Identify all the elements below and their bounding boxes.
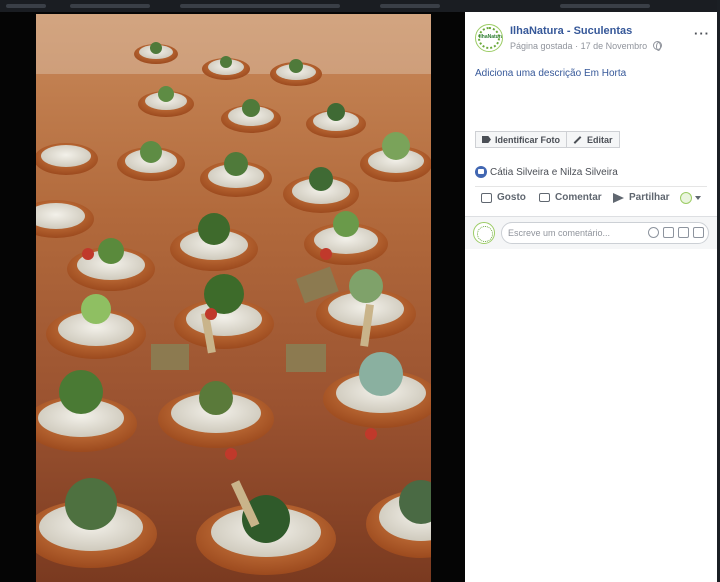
edit-label: Editar: [587, 134, 613, 145]
thumbs-up-icon: [481, 192, 492, 203]
description-row: Adiciona uma descrição Em Horta: [475, 68, 626, 79]
tag-photo-label: Identificar Foto: [495, 134, 560, 145]
comment-input[interactable]: Escreve um comentário...: [501, 222, 709, 244]
composer-icons: [644, 227, 704, 238]
post-date[interactable]: 17 de Novembro: [581, 41, 648, 51]
post-actions: Gosto Comentar Partilhar: [479, 192, 707, 212]
reactions-summary[interactable]: Cátia Silveira e Nilza Silveira: [475, 166, 618, 178]
commenter-avatar: [473, 222, 495, 244]
comment-placeholder: Escreve um comentário...: [508, 228, 611, 238]
likers-names[interactable]: Cátia Silveira e Nilza Silveira: [490, 167, 618, 178]
gif-icon[interactable]: [678, 227, 689, 238]
comment-icon: [539, 193, 550, 202]
post-as-selector[interactable]: [680, 192, 701, 204]
photo-stage: [0, 12, 465, 582]
sticker-icon[interactable]: [693, 227, 704, 238]
comment-label: Comentar: [555, 192, 602, 203]
globe-icon[interactable]: [652, 41, 662, 51]
page-avatar[interactable]: IlhaNatura: [475, 24, 503, 52]
like-button[interactable]: Gosto: [481, 192, 526, 203]
page-mini-avatar: [680, 192, 692, 204]
page-liked-status[interactable]: Página gostada: [510, 41, 573, 51]
post-side-panel: IlhaNatura IlhaNatura - Suculentas Págin…: [465, 12, 717, 582]
photo-toolbar: Identificar Foto Editar: [475, 131, 620, 148]
succulent-pots-image: [36, 14, 431, 575]
edit-button[interactable]: Editar: [567, 131, 620, 148]
comment-button[interactable]: Comentar: [539, 192, 602, 203]
like-label: Gosto: [497, 192, 526, 203]
comment-composer: Escreve um comentário...: [465, 217, 717, 249]
share-button[interactable]: Partilhar: [613, 192, 670, 203]
tag-photo-button[interactable]: Identificar Foto: [475, 131, 567, 148]
post-meta: Página gostada · 17 de Novembro: [510, 41, 662, 51]
page-name-link[interactable]: IlhaNatura - Suculentas: [510, 25, 632, 37]
tag-icon: [482, 136, 491, 143]
share-label: Partilhar: [629, 192, 670, 203]
like-reaction-icon: [475, 166, 487, 178]
meta-separator: ·: [575, 41, 579, 51]
post-photo[interactable]: [36, 14, 431, 582]
divider: [475, 186, 707, 187]
chevron-down-icon: [695, 196, 701, 200]
browser-top-strip: [0, 0, 720, 12]
avatar-logo-text: IlhaNatura: [479, 34, 503, 40]
post-header: IlhaNatura IlhaNatura - Suculentas Págin…: [475, 24, 710, 60]
share-icon: [613, 192, 624, 203]
add-description-link[interactable]: Adiciona uma descrição: [475, 68, 581, 79]
more-options-icon[interactable]: ···: [694, 26, 710, 41]
camera-icon[interactable]: [663, 227, 674, 238]
location-link[interactable]: Em Horta: [584, 68, 626, 79]
emoji-icon[interactable]: [648, 227, 659, 238]
pencil-icon: [573, 135, 582, 144]
